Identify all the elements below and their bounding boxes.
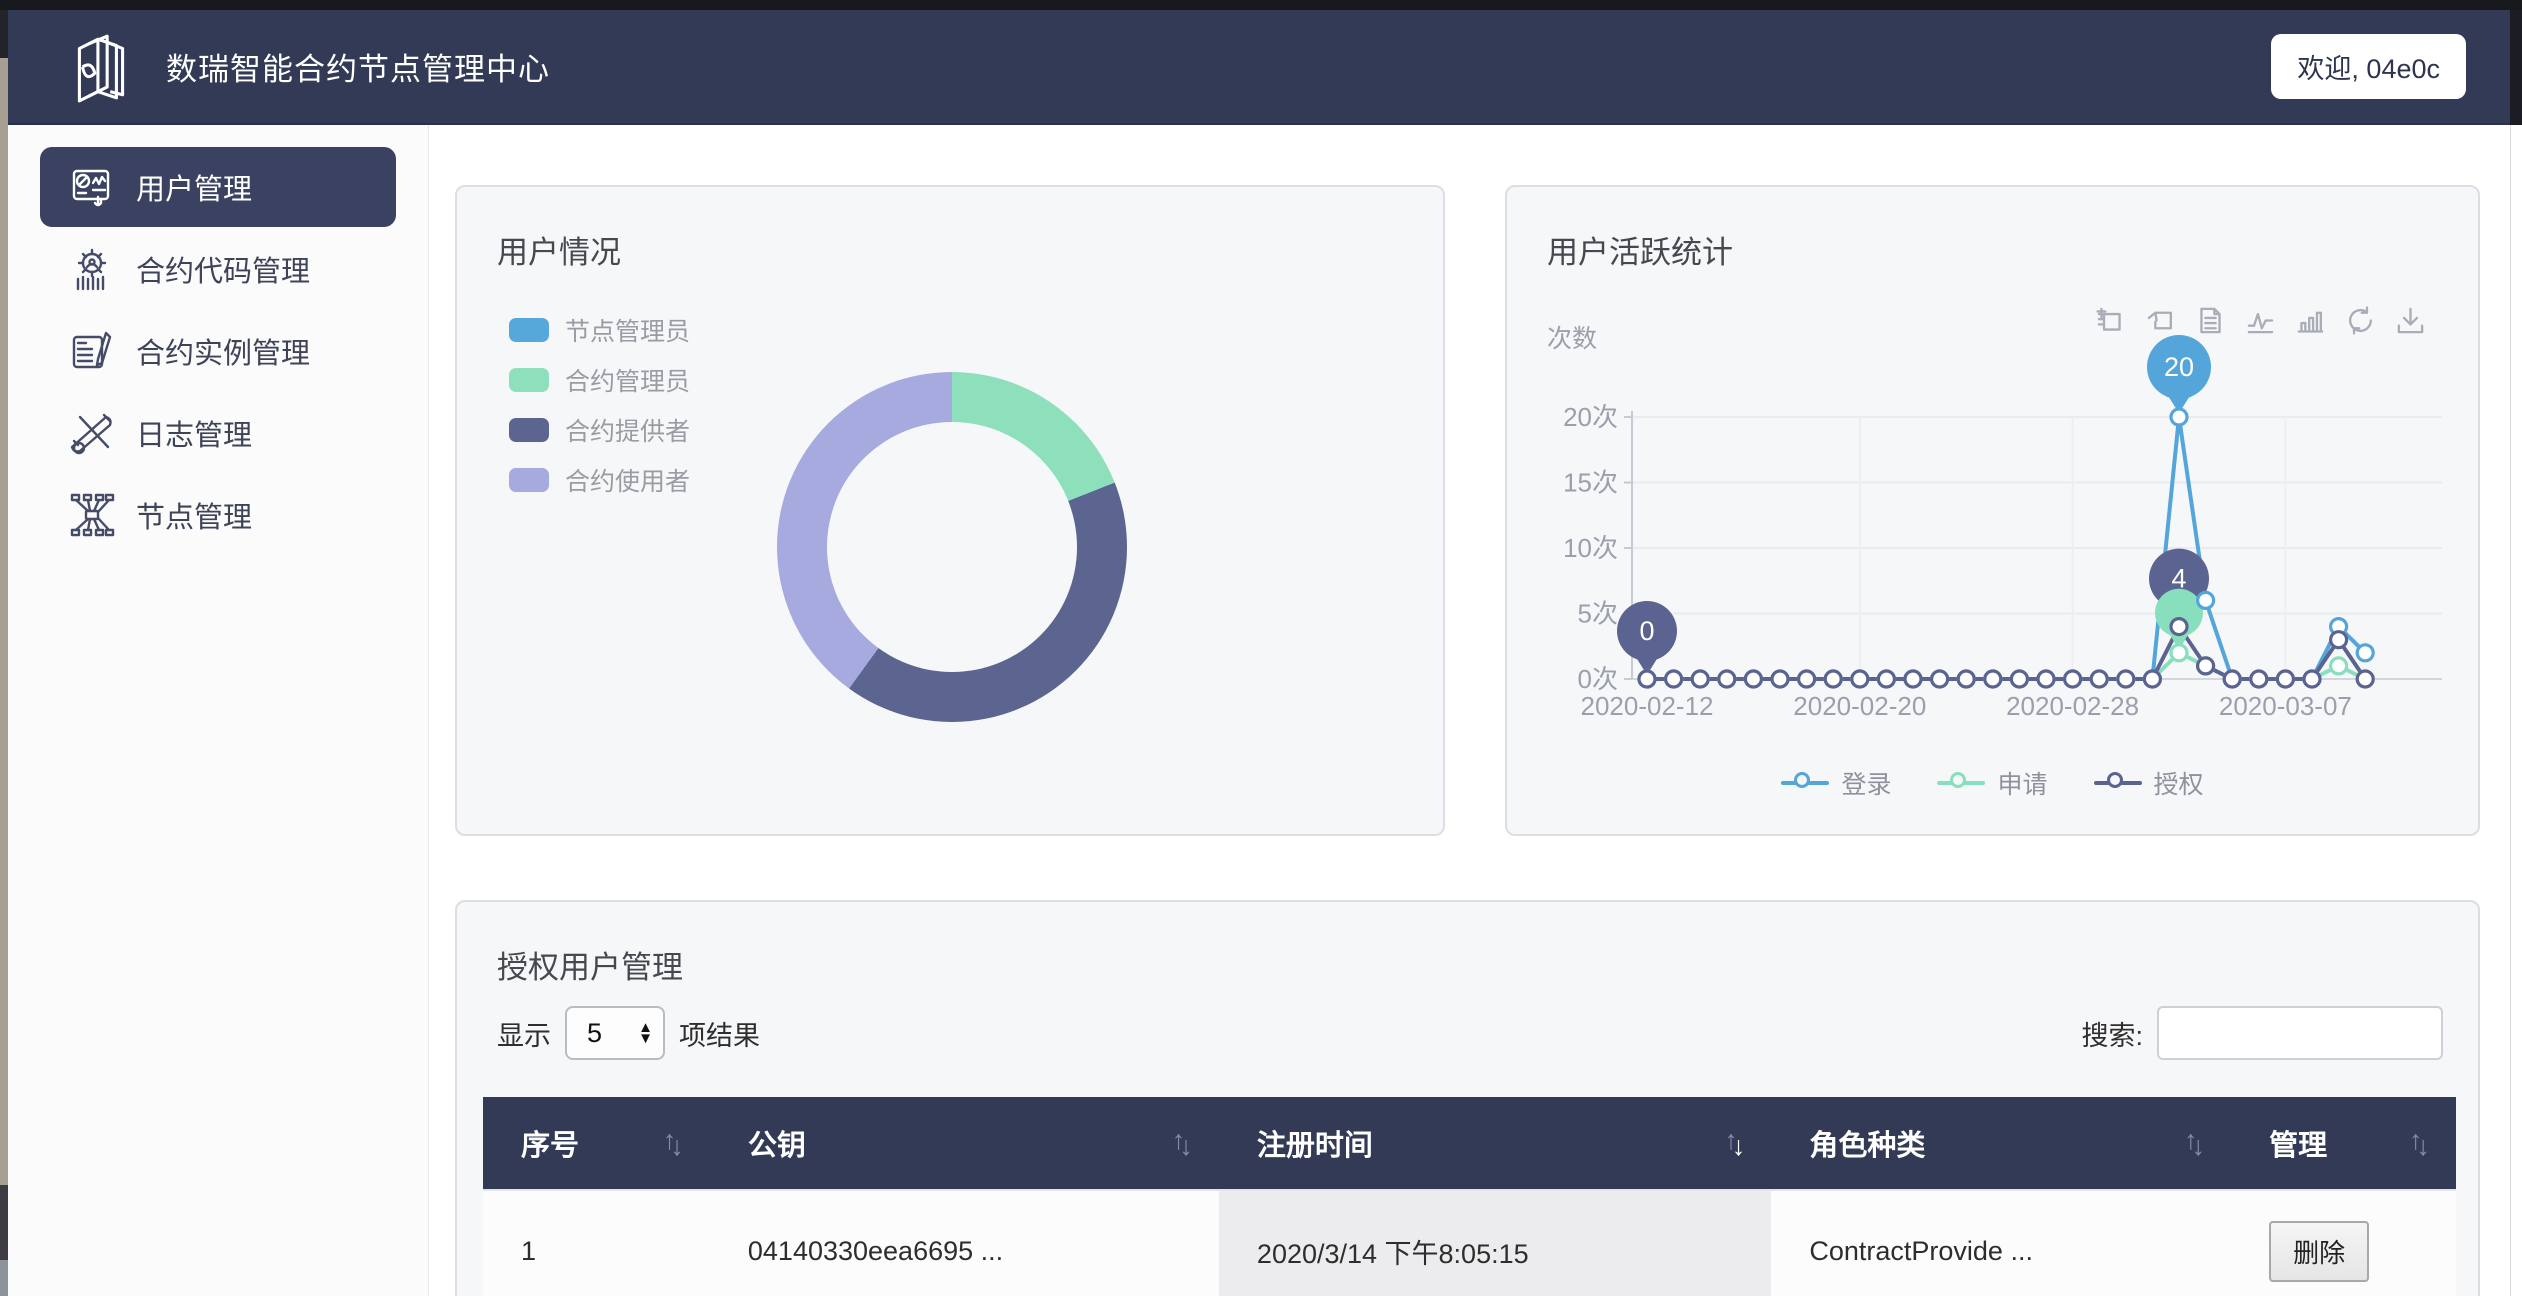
svg-text:20次: 20次 <box>1563 402 1618 432</box>
legend-swatch <box>509 418 549 442</box>
cell-seq: 1 <box>483 1191 710 1296</box>
cell-manage: 删除 <box>2231 1191 2456 1296</box>
sort-icon: ↑↓ <box>663 1128 684 1159</box>
legend-item-login[interactable]: 登录 <box>1781 765 1891 801</box>
line-legend-marker <box>2094 772 2142 794</box>
legend-item[interactable]: 合约管理员 <box>509 355 690 405</box>
welcome-user-button[interactable]: 欢迎, 04e0c <box>2271 34 2466 99</box>
network-nodes-icon <box>68 491 116 539</box>
desktop-edge-sliver <box>0 10 8 1296</box>
card-title: 授权用户管理 <box>497 942 683 987</box>
user-activity-card: 用户活跃统计 次数 0次5次10次15次2 <box>1505 185 2480 836</box>
brand-logo-icon <box>64 30 138 104</box>
tools-icon <box>68 409 116 457</box>
cell-regtime: 2020/3/14 下午8:05:15 <box>1219 1191 1771 1296</box>
search-input[interactable] <box>2157 1006 2443 1060</box>
table-controls: 显示 5 ▲▼ 项结果 搜索: <box>497 1006 2443 1062</box>
delete-button[interactable]: 删除 <box>2269 1221 2369 1282</box>
app-title: 数瑞智能合约节点管理中心 <box>166 44 550 89</box>
svg-text:2020-03-07: 2020-03-07 <box>2219 691 2352 721</box>
svg-text:2020-02-20: 2020-02-20 <box>1793 691 1926 721</box>
cell-role: ContractProvide ... <box>1771 1191 2231 1296</box>
svg-text:15次: 15次 <box>1563 468 1618 498</box>
legend-swatch <box>509 368 549 392</box>
legend-swatch <box>509 318 549 342</box>
page-size-select[interactable]: 5 ▲▼ <box>565 1006 665 1060</box>
sort-icon: ↑↓ <box>2409 1128 2430 1159</box>
svg-text:10次: 10次 <box>1563 533 1618 563</box>
page-size-value: 5 <box>587 1018 638 1049</box>
svg-text:20: 20 <box>2164 352 2194 382</box>
sidebar-item-label: 节点管理 <box>136 494 252 536</box>
search-control: 搜索: <box>2081 1006 2443 1060</box>
sidebar-item-contract-instance-management[interactable]: 合约实例管理 <box>40 311 396 391</box>
legend-item-authorize[interactable]: 授权 <box>2094 765 2204 801</box>
user-roles-donut-chart <box>777 372 1127 722</box>
svg-text:2020-02-28: 2020-02-28 <box>2006 691 2139 721</box>
legend-label: 节点管理员 <box>565 312 690 348</box>
column-header-role[interactable]: 角色种类 ↑↓ <box>1771 1122 2231 1164</box>
legend-label: 合约提供者 <box>565 412 690 448</box>
table-header-row: 序号 ↑↓ 公钥 ↑↓ 注册时间 ↑↓ 角色种类 ↑↓ 管理 ↑↓ <box>483 1097 2456 1189</box>
legend-item[interactable]: 合约提供者 <box>509 405 690 455</box>
select-spinner-icon: ▲▼ <box>638 1022 653 1044</box>
legend-label: 登录 <box>1841 765 1891 801</box>
results-label: 项结果 <box>679 1014 760 1053</box>
sidebar-item-contract-code-management[interactable]: 合约代码管理 <box>40 229 396 309</box>
app-header: 数瑞智能合约节点管理中心 欢迎, 04e0c <box>8 10 2510 125</box>
scrollbar-track[interactable] <box>2510 125 2522 1296</box>
window-top-strip <box>0 0 2522 10</box>
authorized-users-table: 序号 ↑↓ 公钥 ↑↓ 注册时间 ↑↓ 角色种类 ↑↓ 管理 ↑↓ <box>483 1097 2456 1296</box>
legend-label: 申请 <box>1997 765 2047 801</box>
cell-pubkey: 04140330eea6695 ... <box>710 1191 1219 1296</box>
authorized-users-card: 授权用户管理 显示 5 ▲▼ 项结果 搜索: 序号 ↑↓ <box>455 900 2480 1296</box>
legend-item[interactable]: 合约使用者 <box>509 455 690 505</box>
sidebar-item-node-management[interactable]: 节点管理 <box>40 475 396 555</box>
legend-label: 合约管理员 <box>565 362 690 398</box>
legend-swatch <box>509 468 549 492</box>
line-legend-marker <box>1937 772 1985 794</box>
legend-item-apply[interactable]: 申请 <box>1937 765 2047 801</box>
card-title: 用户活跃统计 <box>1547 227 1733 272</box>
legend-item[interactable]: 节点管理员 <box>509 305 690 355</box>
column-header-regtime[interactable]: 注册时间 ↑↓ <box>1219 1122 1771 1164</box>
sidebar-nav: 用户管理 合约代码管理 合约实例管理 <box>8 125 429 1296</box>
document-pencil-icon <box>68 327 116 375</box>
table-row: 1 04140330eea6695 ... 2020/3/14 下午8:05:1… <box>483 1189 2456 1296</box>
user-overview-card: 用户情况 节点管理员 合约管理员 合约提供者 合约使用者 <box>455 185 1445 836</box>
column-header-manage[interactable]: 管理 ↑↓ <box>2231 1122 2456 1164</box>
page-size-control: 显示 5 ▲▼ 项结果 <box>497 1006 760 1060</box>
svg-text:2020-02-12: 2020-02-12 <box>1581 691 1714 721</box>
sort-icon: ↑↓ <box>1172 1128 1193 1159</box>
search-label: 搜索: <box>2081 1014 2143 1053</box>
scrollbar-track-top <box>2510 10 2522 125</box>
sidebar-item-user-management[interactable]: 用户管理 <box>40 147 396 227</box>
sidebar-item-label: 用户管理 <box>136 166 252 208</box>
line-legend-marker <box>1781 772 1829 794</box>
legend-label: 合约使用者 <box>565 462 690 498</box>
column-header-pubkey[interactable]: 公钥 ↑↓ <box>710 1122 1219 1164</box>
user-dashboard-icon <box>68 163 116 211</box>
sort-icon: ↑↓ <box>1724 1128 1745 1159</box>
show-label: 显示 <box>497 1014 551 1053</box>
sidebar-item-label: 合约代码管理 <box>136 248 310 290</box>
line-chart-legend: 登录 申请 授权 <box>1507 765 2478 801</box>
gear-team-icon <box>68 245 116 293</box>
activity-line-chart: 0次 5次 10次 15次 20次 2020-02-12 2020-02-20 2020-02… <box>1527 307 2462 787</box>
svg-text:0次: 0次 <box>1578 664 1618 694</box>
app-window: 数瑞智能合约节点管理中心 欢迎, 04e0c 用户管理 合约代码管理 <box>0 0 2522 1296</box>
sort-icon: ↑↓ <box>2184 1128 2205 1159</box>
column-header-seq[interactable]: 序号 ↑↓ <box>483 1122 710 1164</box>
sidebar-item-label: 合约实例管理 <box>136 330 310 372</box>
svg-text:5次: 5次 <box>1578 599 1618 629</box>
legend-label: 授权 <box>2154 765 2204 801</box>
pie-legend: 节点管理员 合约管理员 合约提供者 合约使用者 <box>509 305 690 505</box>
card-title: 用户情况 <box>497 227 621 272</box>
sidebar-item-label: 日志管理 <box>136 412 252 454</box>
svg-text:0: 0 <box>1639 616 1654 646</box>
sidebar-item-log-management[interactable]: 日志管理 <box>40 393 396 473</box>
